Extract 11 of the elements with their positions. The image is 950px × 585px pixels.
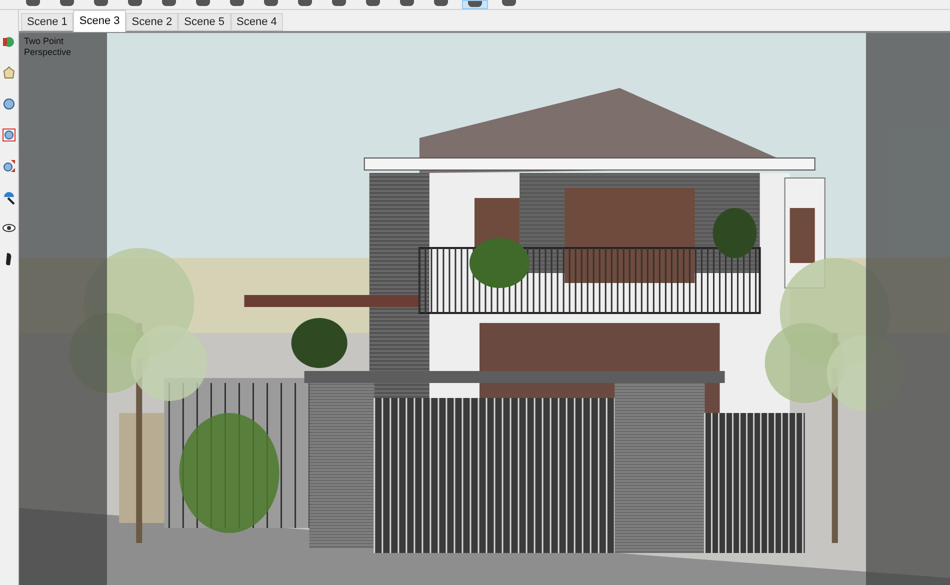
scene-tab[interactable]: Scene 5 xyxy=(178,13,230,31)
toolbar-button[interactable] xyxy=(462,0,488,9)
zoom-extents-icon[interactable] xyxy=(2,158,16,174)
scene-tab[interactable]: Scene 3 xyxy=(73,10,126,32)
scene-tab[interactable]: Scene 4 xyxy=(230,13,283,31)
scene-tab[interactable]: Scene 2 xyxy=(126,13,178,31)
camera-label: Two Point Perspective xyxy=(24,36,72,58)
zoom-icon[interactable] xyxy=(2,96,16,112)
scene-tab[interactable]: Scene 1 xyxy=(21,13,74,31)
orbit-icon[interactable] xyxy=(2,34,16,50)
zoom-window-icon[interactable] xyxy=(2,127,16,143)
